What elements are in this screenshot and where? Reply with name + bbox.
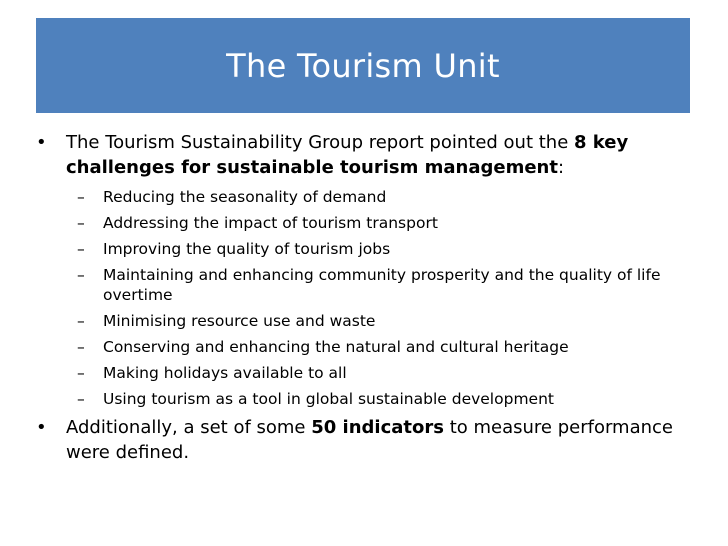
list-item: – Improving the quality of tourism jobs [30,239,710,259]
bullet-text: The Tourism Sustainability Group report … [66,132,574,153]
bullet-text: Additionally, a set of some [66,417,312,438]
dash-icon: – [77,188,85,206]
dash-icon: – [77,364,85,382]
slide-body: • The Tourism Sustainability Group repor… [30,130,710,465]
list-item: – Minimising resource use and waste [30,311,710,331]
list-item-text: Conserving and enhancing the natural and… [103,338,569,356]
dash-icon: – [77,312,85,330]
bullet-dot-icon: • [36,132,47,153]
bullet-dot-icon: • [36,417,47,438]
list-item-text: Making holidays available to all [103,364,347,382]
dash-icon: – [77,338,85,356]
list-item-text: Using tourism as a tool in global sustai… [103,390,554,408]
list-item: – Using tourism as a tool in global susta… [30,389,710,409]
list-item: – Maintaining and enhancing community pro… [30,265,710,305]
list-item-text: Minimising resource use and waste [103,312,376,330]
list-item-text: Maintaining and enhancing community pros… [103,266,661,304]
bullet-challenges: • The Tourism Sustainability Group repor… [30,130,710,180]
slide-title: The Tourism Unit [226,46,500,85]
list-item-text: Reducing the seasonality of demand [103,188,387,206]
list-item: – Making holidays available to all [30,363,710,383]
dash-icon: – [77,390,85,408]
dash-icon: – [77,240,85,258]
dash-icon: – [77,266,85,284]
list-item: – Conserving and enhancing the natural an… [30,337,710,357]
list-item-text: Improving the quality of tourism jobs [103,240,391,258]
bullet-bold: 50 indicators [311,417,444,438]
list-item: – Addressing the impact of tourism transp… [30,213,710,233]
list-item-text: Addressing the impact of tourism transpo… [103,214,438,232]
list-item: – Reducing the seasonality of demand [30,187,710,207]
challenge-list: – Reducing the seasonality of demand – Add… [30,187,710,409]
bullet-indicators: • Additionally, a set of some 50 indicat… [30,415,710,465]
title-bar: The Tourism Unit [36,18,690,113]
dash-icon: – [77,214,85,232]
bullet-text-end: : [557,157,565,178]
